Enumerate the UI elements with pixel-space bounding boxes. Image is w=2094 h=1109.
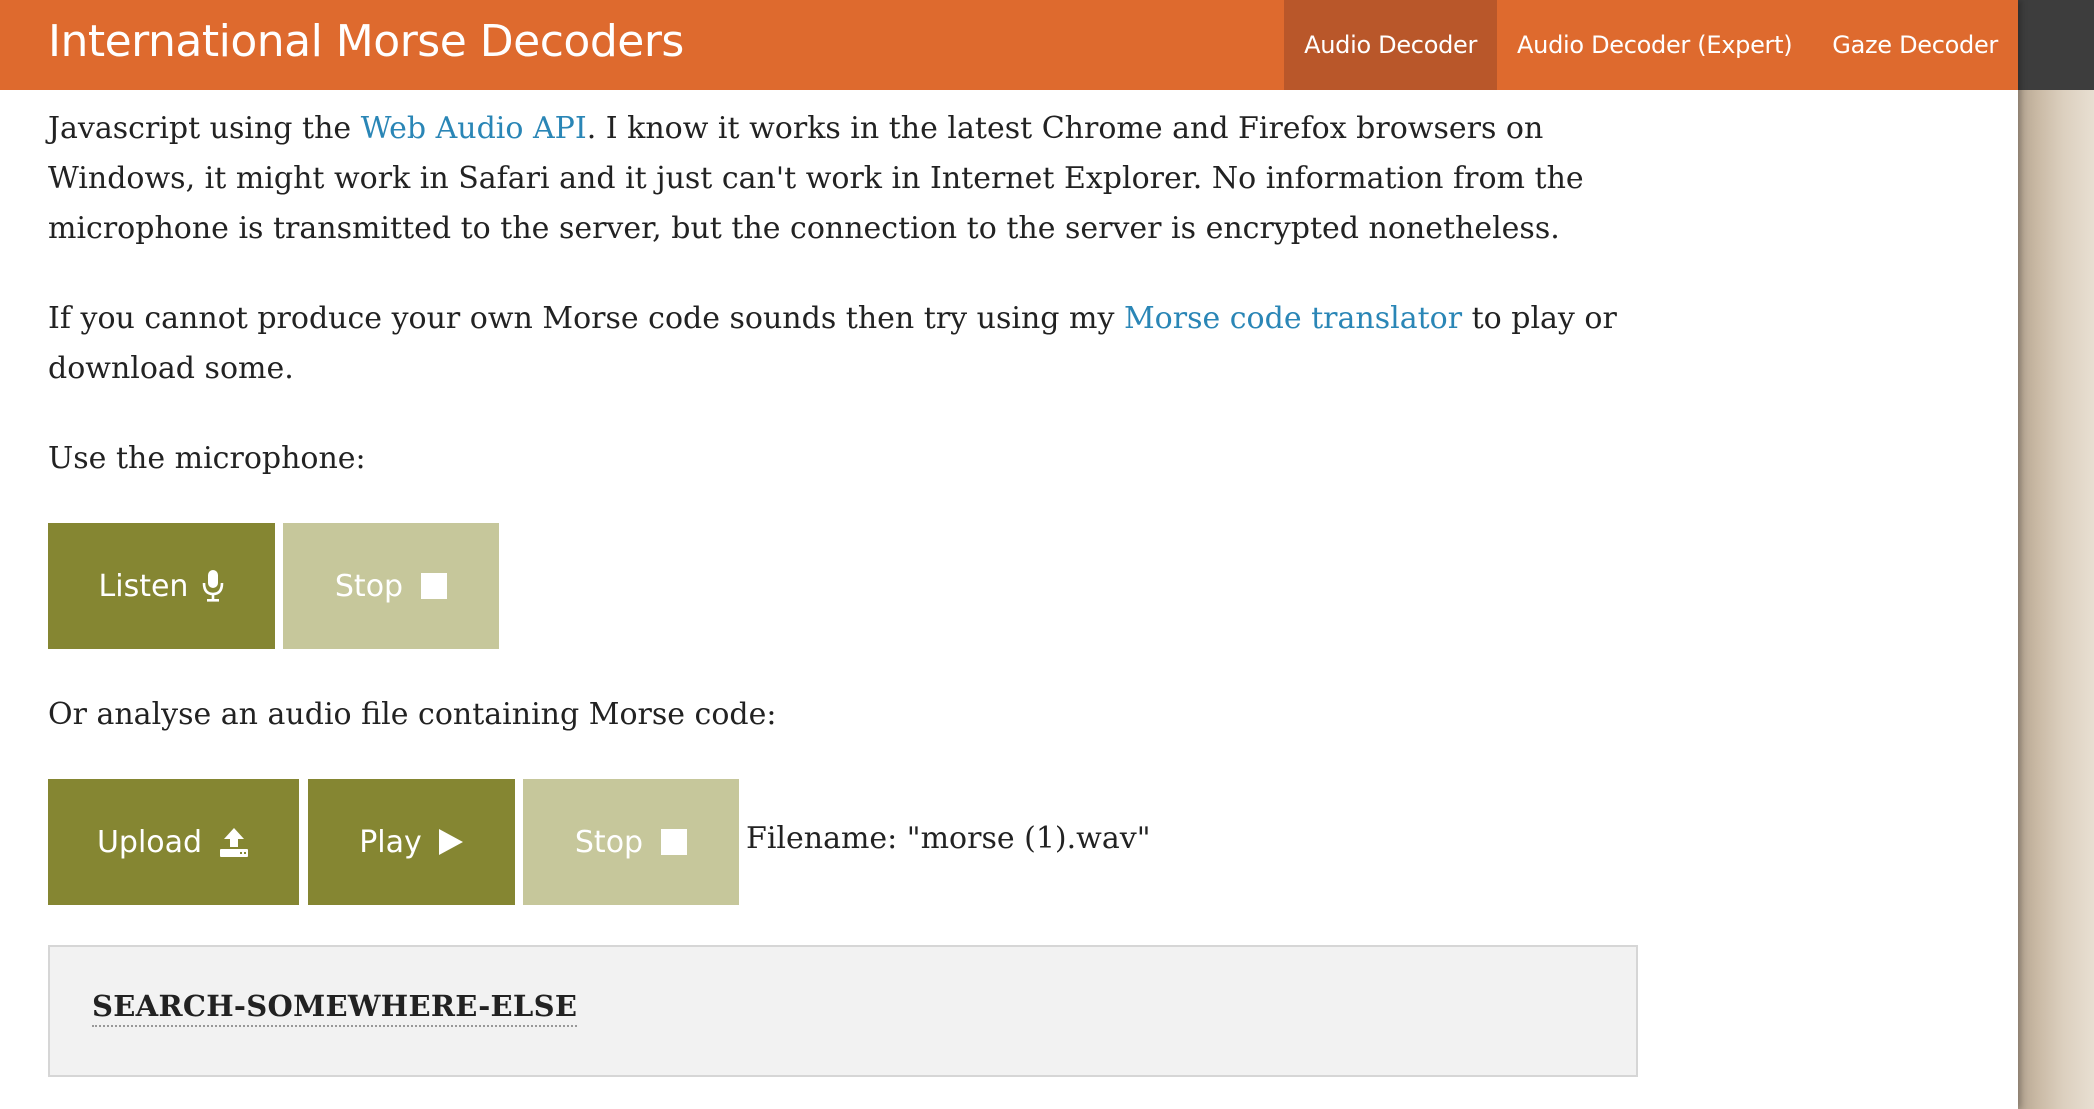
play-button[interactable]: Play xyxy=(308,779,515,905)
nav-item-audio-decoder[interactable]: Audio Decoder xyxy=(1284,0,1498,90)
morse-translator-link[interactable]: Morse code translator xyxy=(1124,301,1462,336)
page-container: International Morse Decoders Audio Decod… xyxy=(0,0,2018,1109)
nav-item-audio-decoder-expert[interactable]: Audio Decoder (Expert) xyxy=(1497,0,1812,90)
mic-stop-button-label: Stop xyxy=(334,568,404,604)
stop-square-icon xyxy=(661,829,688,855)
nav-item-gaze-decoder[interactable]: Gaze Decoder xyxy=(1812,0,2018,90)
browser-support-paragraph: Javascript using the Web Audio API. I kn… xyxy=(48,104,1648,254)
site-title[interactable]: International Morse Decoders xyxy=(48,12,684,72)
stop-square-icon xyxy=(421,573,448,599)
web-audio-api-link[interactable]: Web Audio API xyxy=(361,111,587,146)
microphone-icon xyxy=(202,569,224,603)
window-dark-strip xyxy=(2018,0,2094,90)
paragraph-text: Javascript using the xyxy=(48,111,361,146)
upload-button-label: Upload xyxy=(96,824,203,860)
site-header: International Morse Decoders Audio Decod… xyxy=(0,0,2018,90)
upload-button[interactable]: Upload xyxy=(48,779,299,905)
search-somewhere-else-link[interactable]: SEARCH-SOMEWHERE-ELSE xyxy=(92,989,578,1027)
file-stop-button-label: Stop xyxy=(574,824,644,860)
search-panel: SEARCH-SOMEWHERE-ELSE xyxy=(48,945,1638,1077)
play-button-label: Play xyxy=(359,824,422,860)
paragraph-text: If you cannot produce your own Morse cod… xyxy=(48,301,1124,336)
microphone-label: Use the microphone: xyxy=(48,441,366,476)
mic-stop-button[interactable]: Stop xyxy=(283,523,499,649)
translator-paragraph: If you cannot produce your own Morse cod… xyxy=(48,294,1648,394)
play-triangle-icon xyxy=(438,828,464,856)
page-background xyxy=(2018,0,2094,1109)
main-nav: Audio Decoder Audio Decoder (Expert) Gaz… xyxy=(1284,0,2018,90)
upload-icon xyxy=(218,826,250,858)
listen-button[interactable]: Listen xyxy=(48,523,275,649)
audio-file-label: Or analyse an audio file containing Mors… xyxy=(48,697,777,732)
filename-text: Filename: "morse (1).wav" xyxy=(746,821,1151,856)
file-stop-button[interactable]: Stop xyxy=(523,779,739,905)
listen-button-label: Listen xyxy=(98,568,189,604)
